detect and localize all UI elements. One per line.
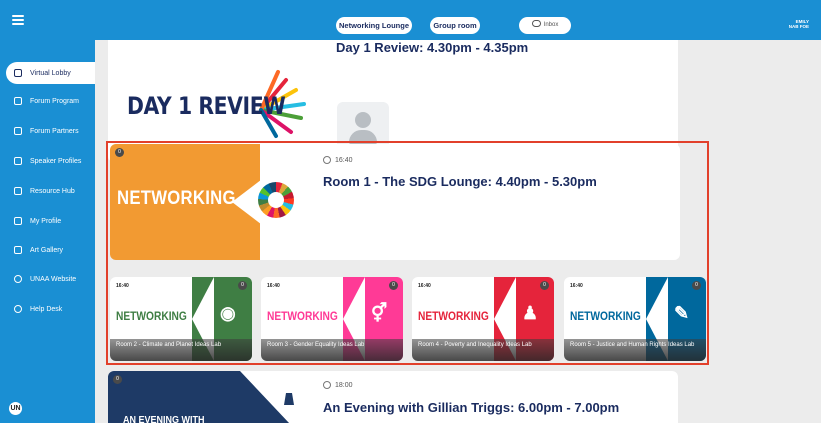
selection-highlight (106, 141, 709, 365)
home-icon (14, 69, 22, 77)
sidebar: Virtual Lobby Forum Program Forum Partne… (0, 40, 95, 423)
sidebar-item-unaa-website[interactable]: UNAA Website (0, 268, 95, 290)
top-bar: Networking Lounge Group room Inbox EMILY… (0, 0, 821, 40)
brand-logo: EMILY NAB FOE (788, 19, 809, 29)
edit-icon (14, 97, 22, 105)
sidebar-item-resource-hub[interactable]: Resource Hub (0, 180, 95, 202)
avatar-head-icon (355, 112, 371, 128)
help-icon (14, 305, 22, 313)
id-card-icon (14, 217, 22, 225)
evening-banner: 0 AN EVENING WITH (108, 371, 306, 423)
info-icon (14, 275, 22, 283)
session-time: 18:00 (323, 381, 353, 389)
group-room-button[interactable]: Group room (430, 17, 480, 34)
sidebar-item-virtual-lobby[interactable]: Virtual Lobby (6, 62, 95, 84)
sidebar-item-speaker-profiles[interactable]: Speaker Profiles (0, 150, 95, 172)
inbox-button[interactable]: Inbox (519, 17, 571, 34)
session-title[interactable]: Day 1 Review: 4.30pm - 4.35pm (336, 40, 528, 55)
chat-icon (531, 20, 541, 27)
networking-lounge-button[interactable]: Networking Lounge (336, 17, 412, 34)
sidebar-item-art-gallery[interactable]: Art Gallery (0, 239, 95, 261)
inbox-label: Inbox (543, 22, 559, 28)
sidebar-item-help-desk[interactable]: Help Desk (0, 298, 95, 320)
sidebar-item-forum-program[interactable]: Forum Program (0, 90, 95, 112)
clock-icon (323, 381, 331, 389)
attendee-count-badge: 0 (113, 375, 122, 384)
user-icon (14, 157, 22, 165)
session-title[interactable]: An Evening with Gillian Triggs: 6.00pm -… (323, 400, 619, 415)
menu-icon[interactable] (12, 15, 24, 25)
day1-review-banner: DAY 1 REVIEW (127, 92, 286, 120)
sidebar-item-forum-partners[interactable]: Forum Partners (0, 120, 95, 142)
un-logo: UN (9, 402, 22, 415)
gallery-icon (14, 246, 22, 254)
main-content: DAY 1 REVIEW Day 1 Review: 4.30pm - 4.35… (95, 40, 821, 423)
folder-icon (14, 187, 22, 195)
session-card-evening[interactable]: 0 AN EVENING WITH 18:00 An Evening with … (108, 371, 678, 423)
sidebar-item-my-profile[interactable]: My Profile (0, 210, 95, 232)
play-icon (14, 127, 22, 135)
